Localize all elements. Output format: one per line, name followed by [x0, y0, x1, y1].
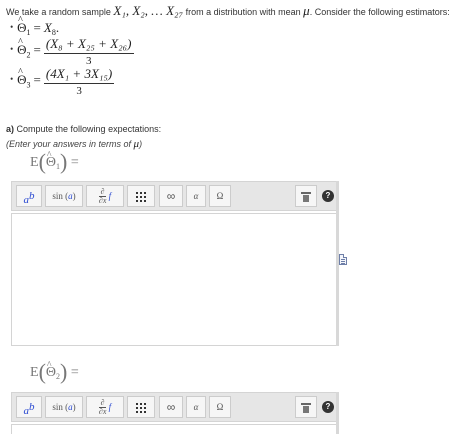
estimator-3-denominator: 3 [76, 85, 82, 97]
omega-button[interactable]: Ω [209, 185, 231, 207]
alpha-button[interactable]: α [186, 396, 206, 418]
intro-text: We take a random sample X₁, X₂, … X₂₇ fr… [6, 3, 468, 19]
expectation-1-equals: = [70, 155, 79, 170]
sin-button[interactable]: sin (a) [45, 185, 83, 207]
part-a-marker: a) [6, 124, 15, 134]
trash-icon [301, 191, 311, 202]
derivative-button[interactable]: ∂ ∂x f [86, 396, 124, 418]
sin-button[interactable]: sin (a) [45, 396, 83, 418]
estimator-2-fraction: (X₈ + X₂₅ + X₂₆) 3 [43, 36, 134, 67]
part-a-label: a) Compute the following expectations: [6, 124, 161, 134]
expectation-2-label: E(^ Θ2) = [30, 359, 79, 384]
math-toolbar-1: ab sin (a) ∂ ∂x f ∞ α Ω ? [11, 181, 337, 211]
power-button[interactable]: ab [16, 185, 42, 207]
expectation-1-operator: E [30, 155, 39, 170]
intro-suffix: . Consider the following estimators: [309, 7, 450, 17]
answer-editor-2[interactable] [11, 424, 337, 434]
infinity-button[interactable]: ∞ [159, 396, 183, 418]
matrix-icon [135, 402, 147, 414]
clear-button[interactable] [295, 396, 317, 418]
intro-mid: from a distribution with mean [183, 7, 304, 17]
estimator-2-sub: 2 [26, 50, 31, 60]
trash-icon [301, 402, 311, 413]
expectation-2-equals: = [70, 365, 79, 380]
clear-button[interactable] [295, 185, 317, 207]
estimator-1-var: X [43, 20, 52, 35]
sample-list: X₁, X₂, … X₂₇ [113, 3, 184, 18]
matrix-button[interactable] [127, 185, 155, 207]
estimator-1: • ^ Θ1 = X8. [10, 15, 60, 37]
help-button[interactable]: ? [320, 396, 336, 418]
estimator-2: • ^ Θ2 = (X₈ + X₂₅ + X₂₆) 3 [10, 36, 134, 67]
omega-button[interactable]: Ω [209, 396, 231, 418]
estimator-3: • ^ Θ3 = (4X₁ + 3X₁₅) 3 [10, 66, 115, 97]
alpha-button[interactable]: α [186, 185, 206, 207]
answer-editor-1[interactable] [11, 213, 337, 346]
derivative-button[interactable]: ∂ ∂x f [86, 185, 124, 207]
expectation-1-label: E(^ Θ1) = [30, 149, 79, 174]
document-icon[interactable] [339, 254, 347, 265]
help-button[interactable]: ? [320, 185, 336, 207]
matrix-button[interactable] [127, 396, 155, 418]
hint-prefix: (Enter your answers in terms of [6, 139, 134, 149]
part-a-text: Compute the following expectations: [14, 124, 162, 134]
estimator-3-fraction: (4X₁ + 3X₁₅) 3 [43, 66, 115, 97]
expectation-2-operator: E [30, 365, 39, 380]
estimator-1-tail: . [55, 20, 60, 35]
math-toolbar-2: ab sin (a) ∂ ∂x f ∞ α Ω ? [11, 392, 337, 422]
infinity-button[interactable]: ∞ [159, 185, 183, 207]
help-icon: ? [322, 400, 334, 413]
hint-suffix: ) [139, 139, 143, 149]
estimator-2-numerator: (X₈ + X₂₅ + X₂₆) [43, 36, 134, 54]
estimator-3-numerator: (4X₁ + 3X₁₅) [43, 66, 115, 84]
estimator-3-sub: 3 [26, 80, 31, 90]
editor-frame-edge-2 [336, 392, 339, 434]
help-icon: ? [322, 189, 334, 202]
power-button[interactable]: ab [16, 396, 42, 418]
matrix-icon [135, 191, 147, 203]
